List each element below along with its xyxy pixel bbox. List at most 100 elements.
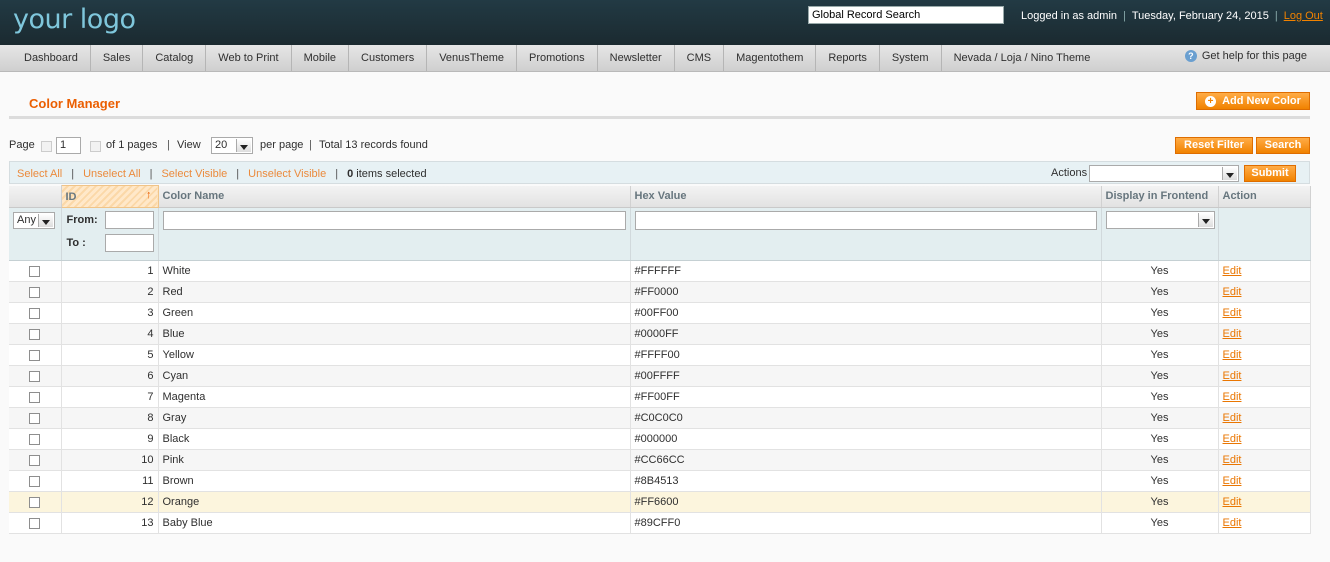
edit-link[interactable]: Edit [1223, 265, 1242, 277]
help-link[interactable]: ? Get help for this page [1184, 50, 1307, 62]
row-checkbox[interactable] [29, 454, 41, 466]
edit-link[interactable]: Edit [1223, 412, 1242, 424]
nav-item-magentothem[interactable]: Magentothem [724, 45, 817, 71]
cell-hex-value: #FF6600 [630, 491, 1102, 513]
select-visible-link[interactable]: Select Visible [161, 168, 227, 180]
row-checkbox[interactable] [29, 265, 41, 277]
page-label: Page [9, 139, 35, 151]
cell-color-name: White [158, 260, 631, 282]
nav-item-cms[interactable]: CMS [675, 45, 725, 71]
unselect-all-link[interactable]: Unselect All [83, 168, 140, 180]
table-row[interactable]: 12 Orange #FF6600 Yes Edit [9, 491, 1311, 513]
table-row[interactable]: 1 White #FFFFFF Yes Edit [9, 260, 1311, 282]
cell-hex-value: #FF00FF [630, 386, 1102, 408]
next-page-icon[interactable] [90, 141, 101, 152]
cell-hex-value: #FF0000 [630, 281, 1102, 303]
cell-color-name: Pink [158, 449, 631, 471]
edit-link[interactable]: Edit [1223, 391, 1242, 403]
column-header-select [9, 185, 62, 208]
id-from-input[interactable] [104, 211, 154, 229]
cell-display: Yes [1101, 449, 1219, 471]
nav-item-reports[interactable]: Reports [816, 45, 880, 71]
table-row[interactable]: 3 Green #00FF00 Yes Edit [9, 302, 1311, 324]
table-row[interactable]: 6 Cyan #00FFFF Yes Edit [9, 365, 1311, 387]
nav-item-dashboard[interactable]: Dashboard [12, 45, 91, 71]
nav-item-newsletter[interactable]: Newsletter [598, 45, 675, 71]
edit-link[interactable]: Edit [1223, 349, 1242, 361]
edit-link[interactable]: Edit [1223, 370, 1242, 382]
nav-item-web-to-print[interactable]: Web to Print [206, 45, 292, 71]
row-checkbox[interactable] [29, 307, 41, 319]
column-header-display[interactable]: Display in Frontend [1101, 185, 1219, 208]
row-checkbox[interactable] [29, 349, 41, 361]
per-page-label: per page [260, 139, 304, 151]
edit-link[interactable]: Edit [1223, 496, 1242, 508]
nav-item-promotions[interactable]: Promotions [517, 45, 598, 71]
id-range-filter: From: To : [66, 208, 154, 260]
table-row[interactable]: 5 Yellow #FFFF00 Yes Edit [9, 344, 1311, 366]
unselect-visible-link[interactable]: Unselect Visible [248, 168, 326, 180]
table-row[interactable]: 13 Baby Blue #89CFF0 Yes Edit [9, 512, 1311, 534]
column-header-color-name[interactable]: Color Name [158, 185, 631, 208]
reset-filter-button[interactable]: Reset Filter [1175, 137, 1253, 154]
table-row[interactable]: 9 Black #000000 Yes Edit [9, 428, 1311, 450]
select-all-link[interactable]: Select All [17, 168, 62, 180]
prev-page-icon[interactable] [41, 141, 52, 152]
table-row[interactable]: 2 Red #FF0000 Yes Edit [9, 281, 1311, 303]
row-checkbox[interactable] [29, 412, 41, 424]
page-input[interactable]: 1 [56, 137, 81, 154]
edit-link[interactable]: Edit [1223, 328, 1242, 340]
cell-display: Yes [1101, 323, 1219, 345]
hex-value-filter-input[interactable] [634, 211, 1097, 230]
nav-item-mobile[interactable]: Mobile [292, 45, 350, 71]
column-header-id[interactable]: ID ↑ [60, 185, 159, 208]
nav-item-system[interactable]: System [880, 45, 942, 71]
add-new-color-button[interactable]: + Add New Color [1196, 92, 1310, 110]
cell-hex-value: #0000FF [630, 323, 1102, 345]
edit-link[interactable]: Edit [1223, 307, 1242, 319]
per-page-select[interactable]: 20 [211, 137, 253, 154]
row-checkbox[interactable] [29, 370, 41, 382]
any-select[interactable]: Any [13, 212, 55, 229]
row-checkbox[interactable] [29, 286, 41, 298]
edit-link[interactable]: Edit [1223, 517, 1242, 529]
row-checkbox[interactable] [29, 328, 41, 340]
view-label: View [177, 139, 201, 151]
nav-item-venustheme[interactable]: VenusTheme [427, 45, 518, 71]
search-button[interactable]: Search [1256, 137, 1310, 154]
actions-select[interactable] [1089, 165, 1239, 182]
cell-id: 12 [61, 491, 159, 513]
edit-link[interactable]: Edit [1223, 433, 1242, 445]
table-row[interactable]: 8 Gray #C0C0C0 Yes Edit [9, 407, 1311, 429]
column-header-hex-value[interactable]: Hex Value [630, 185, 1102, 208]
color-name-filter-input[interactable] [162, 211, 626, 230]
global-search-input[interactable] [808, 6, 1004, 24]
display-filter-select[interactable] [1105, 211, 1215, 229]
edit-link[interactable]: Edit [1223, 454, 1242, 466]
nav-item-catalog[interactable]: Catalog [143, 45, 207, 71]
id-to-input[interactable] [104, 234, 154, 252]
table-row[interactable]: 10 Pink #CC66CC Yes Edit [9, 449, 1311, 471]
table-row[interactable]: 7 Magenta #FF00FF Yes Edit [9, 386, 1311, 408]
nav-item-sales[interactable]: Sales [91, 45, 144, 71]
help-label: Get help for this page [1201, 50, 1307, 62]
row-checkbox[interactable] [29, 496, 41, 508]
nav-item-customers[interactable]: Customers [349, 45, 428, 71]
table-row[interactable]: 4 Blue #0000FF Yes Edit [9, 323, 1311, 345]
edit-link[interactable]: Edit [1223, 475, 1242, 487]
edit-link[interactable]: Edit [1223, 286, 1242, 298]
nav-item-nevada-loja-nino-theme[interactable]: Nevada / Loja / Nino Theme [942, 45, 1103, 71]
logout-link[interactable]: Log Out [1284, 10, 1323, 22]
logo[interactable]: your logo [13, 4, 136, 35]
table-row[interactable]: 11 Brown #8B4513 Yes Edit [9, 470, 1311, 492]
cell-id: 13 [61, 512, 159, 534]
cell-id: 8 [61, 407, 159, 429]
row-checkbox[interactable] [29, 433, 41, 445]
cell-id: 11 [61, 470, 159, 492]
row-checkbox[interactable] [29, 517, 41, 529]
row-checkbox[interactable] [29, 475, 41, 487]
submit-button[interactable]: Submit [1244, 165, 1296, 182]
cell-display: Yes [1101, 302, 1219, 324]
row-checkbox[interactable] [29, 391, 41, 403]
main-nav: Dashboard Sales Catalog Web to Print Mobile C… [0, 45, 1330, 72]
